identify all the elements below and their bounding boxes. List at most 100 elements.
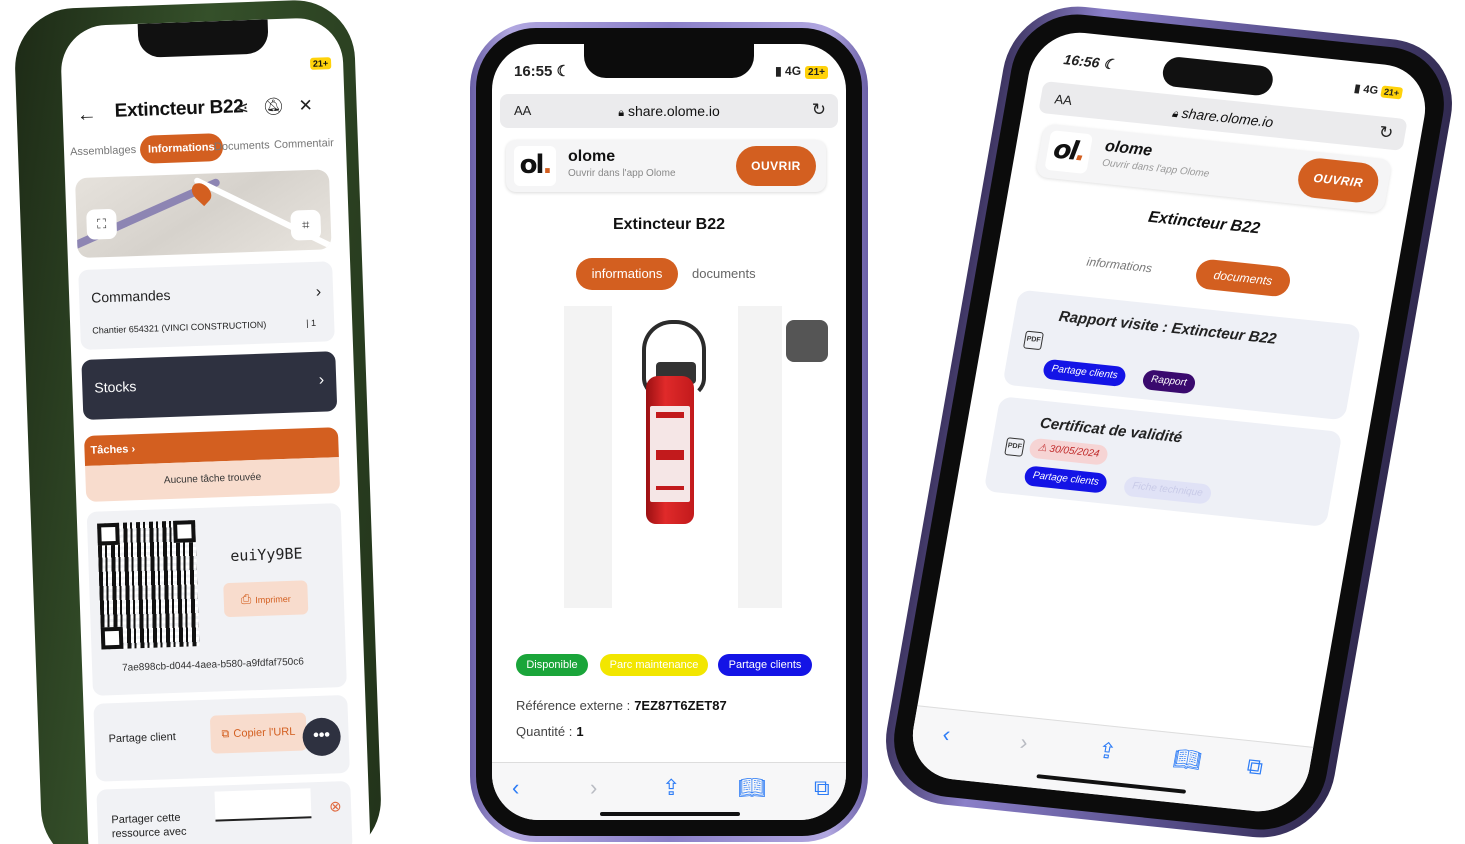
bookmarks-icon[interactable]: 📖︎ — [738, 775, 766, 801]
commandes-title: Commandes — [90, 286, 171, 306]
status-time: 16:56 ☾ — [1062, 51, 1117, 73]
lock-icon: 🔒︎ — [618, 107, 625, 119]
back-arrow-icon[interactable]: ← — [76, 103, 97, 127]
tab-documents[interactable]: documents — [692, 266, 756, 281]
badge-partage-clients: Partage clients — [718, 654, 812, 676]
external-reference: Référence externe :7EZ87T6ZET87 — [516, 698, 727, 713]
bookmarks-icon[interactable]: 📖︎ — [1171, 745, 1203, 774]
tab-commentaires[interactable]: Commentair — [274, 137, 334, 151]
qr-corner — [97, 522, 120, 546]
page-title: Extincteur B22 — [114, 96, 244, 122]
network-type: 4G — [1362, 83, 1380, 97]
qr-corner — [173, 520, 196, 543]
time-text: 16:55 — [514, 63, 553, 80]
qty-label: Quantité : — [516, 724, 573, 739]
dynamic-island — [1160, 55, 1276, 97]
ref-label: Référence externe : — [516, 698, 631, 713]
tab-documents[interactable]: Documents — [214, 139, 270, 153]
back-icon[interactable]: ‹ — [512, 775, 519, 801]
forward-icon[interactable]: › — [590, 775, 597, 801]
address-bar[interactable]: AA 🔒︎ share.olome.io ↻ — [500, 94, 838, 128]
tabs-icon[interactable]: ⧉ — [814, 775, 830, 801]
tab-assemblages[interactable]: Assemblages — [70, 144, 136, 158]
document-title: Rapport visite : Extincteur B22 — [1057, 308, 1278, 348]
commande-detail: Chantier 654321 (VINCI CONSTRUCTION) — [92, 319, 267, 336]
open-app-button[interactable]: OUVRIR — [1294, 156, 1382, 205]
commande-count: | 1 — [306, 317, 317, 329]
copy-url-label: Copier l'URL — [233, 725, 296, 740]
fullscreen-icon[interactable]: ⛶ — [86, 208, 118, 240]
share-icon[interactable]: ⇪ — [1096, 738, 1119, 766]
home-indicator — [600, 812, 740, 816]
phone-notch — [137, 19, 269, 58]
image-action-button[interactable] — [786, 320, 828, 362]
app-header: ← Extincteur B22 ⋖ 🔕︎ ✕ — [62, 85, 345, 135]
app-banner: ol. olome Ouvrir dans l'app Olome OUVRIR — [506, 140, 826, 192]
scan-icon[interactable]: ⌗ — [290, 209, 322, 241]
phone-notch — [584, 44, 754, 78]
web-screen: 16:55 ☾ ▮ 4G 21+ AA 🔒︎ share.olome.io ↻ o… — [492, 44, 846, 820]
status-badges: Disponible Parc maintenance Partage clie… — [516, 654, 836, 678]
print-button[interactable]: ⎙ Imprimer — [223, 580, 309, 618]
location-map[interactable]: ⛶ ⌗ — [74, 169, 332, 259]
label-stripe — [656, 412, 684, 418]
olome-logo: ol. — [1044, 130, 1094, 174]
badge-partage-clients: Partage clients — [1023, 465, 1109, 494]
extinguisher-label — [650, 406, 690, 502]
tab-informations[interactable]: Informations — [139, 132, 224, 164]
stocks-title: Stocks — [94, 378, 137, 396]
tabs-icon[interactable]: ⧉ — [1245, 753, 1265, 780]
tab-documents[interactable]: documents — [1193, 258, 1293, 298]
battery-indicator: 21+ — [1379, 85, 1404, 100]
qr-card: euiYy9BE ⎙ Imprimer 7ae898cb-d044-4aea-b5… — [86, 503, 347, 696]
tab-informations[interactable]: informations — [576, 258, 678, 290]
chevron-right-icon: › — [318, 371, 325, 389]
forward-icon[interactable]: › — [1018, 729, 1030, 755]
copy-url-button[interactable]: ⧉ Copier l'URL — [209, 712, 308, 754]
reload-icon[interactable]: ↻ — [812, 100, 826, 120]
share-with-select[interactable] — [214, 788, 312, 822]
battery-indicator: 21+ — [805, 66, 828, 79]
share-client-label: Partage client — [108, 730, 177, 746]
qr-code — [97, 520, 200, 650]
mockup-stage: 21+ ← Extincteur B22 ⋖ 🔕︎ ✕ Assemblages … — [0, 0, 1465, 844]
close-icon[interactable]: ✕ — [298, 96, 313, 116]
expiry-date: 30/05/2024 — [1048, 443, 1101, 460]
qr-short-code: euiYy9BE — [229, 544, 303, 565]
brand-name: olome — [568, 148, 616, 165]
status-time: 16:55 ☾ — [514, 62, 570, 80]
badge-fiche-technique: Fiche technique — [1122, 475, 1213, 505]
share-icon[interactable]: ⇪ — [662, 775, 680, 801]
badge-partage-clients: Partage clients — [1041, 358, 1128, 388]
clear-icon[interactable]: ⊗ — [329, 797, 342, 815]
signal-icon: ▮ — [1353, 82, 1362, 96]
taches-empty: Aucune tâche trouvée — [85, 457, 341, 502]
moon-icon: ☾ — [556, 63, 570, 80]
pdf-icon: PDF — [1004, 437, 1026, 457]
moon-icon: ☾ — [1101, 55, 1118, 73]
safari-toolbar: ‹ › ⇪ 📖︎ ⧉ — [905, 705, 1314, 816]
document-card[interactable]: Certificat de validité PDF ⚠ 30/05/2024 … — [983, 396, 1343, 527]
battery-indicator: 21+ — [309, 57, 332, 70]
share-icon[interactable]: ⋖ — [234, 98, 249, 118]
olome-logo: ol. — [514, 146, 556, 186]
chevron-right-icon: › — [315, 283, 322, 301]
back-icon[interactable]: ‹ — [941, 721, 953, 747]
printer-icon: ⎙ — [240, 591, 252, 607]
url-value: share.olome.io — [627, 103, 720, 119]
signal-icon: ▮ — [775, 64, 782, 78]
open-app-button[interactable]: OUVRIR — [736, 146, 816, 186]
pdf-icon: PDF — [1022, 330, 1044, 351]
expiry-date-badge: ⚠ 30/05/2024 — [1028, 437, 1109, 466]
brand-name: olome — [1103, 137, 1154, 160]
bell-off-icon[interactable]: 🔕︎ — [262, 97, 284, 118]
network-type: 4G — [785, 64, 802, 78]
chevron-right-icon: › — [131, 443, 136, 456]
commandes-card[interactable]: Commandes › Chantier 654321 (VINCI CONST… — [78, 261, 335, 351]
warning-icon: ⚠ — [1036, 442, 1048, 455]
stocks-card[interactable]: Stocks › — [81, 351, 338, 420]
tab-informations[interactable]: informations — [1086, 255, 1153, 276]
product-image — [564, 306, 782, 608]
document-card[interactable]: Rapport visite : Extincteur B22 PDF Part… — [1002, 289, 1362, 421]
time-text: 16:56 — [1062, 51, 1101, 71]
